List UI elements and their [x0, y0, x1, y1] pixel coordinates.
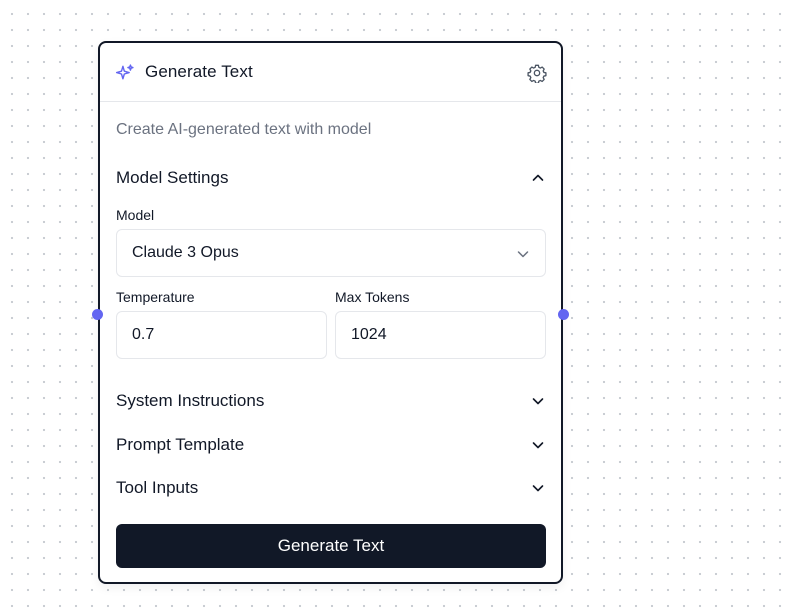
temperature-label: Temperature [116, 289, 195, 305]
system-instructions-header[interactable]: System Instructions [116, 391, 546, 413]
node-title: Generate Text [145, 62, 253, 81]
gear-icon[interactable] [527, 63, 547, 84]
generate-text-button[interactable]: Generate Text [116, 524, 546, 568]
max-tokens-value: 1024 [351, 326, 387, 343]
node-description: Create AI-generated text with model [116, 121, 372, 138]
model-label: Model [116, 207, 155, 223]
chevron-down-icon [515, 246, 531, 262]
system-instructions-title: System Instructions [116, 391, 265, 410]
node-header: Generate Text [100, 43, 561, 102]
chevron-up-icon [530, 170, 546, 186]
temperature-value: 0.7 [132, 326, 155, 343]
model-settings-header[interactable]: Model Settings [116, 168, 546, 190]
model-settings-title: Model Settings [116, 168, 229, 187]
max-tokens-input[interactable]: 1024 [335, 311, 546, 359]
chevron-down-icon [530, 393, 546, 409]
model-select-value: Claude 3 Opus [132, 244, 239, 261]
chevron-down-icon [530, 437, 546, 453]
tool-inputs-header[interactable]: Tool Inputs [116, 478, 546, 500]
input-connection-handle[interactable] [92, 309, 103, 320]
output-connection-handle[interactable] [558, 309, 569, 320]
tool-inputs-title: Tool Inputs [116, 478, 199, 497]
sparkles-icon [115, 63, 135, 83]
generate-text-node[interactable]: Generate Text Create AI-generated text w… [92, 41, 569, 584]
model-select[interactable]: Claude 3 Opus [116, 229, 546, 277]
chevron-down-icon [530, 480, 546, 496]
max-tokens-label: Max Tokens [335, 289, 410, 305]
prompt-template-header[interactable]: Prompt Template [116, 435, 546, 457]
temperature-input[interactable]: 0.7 [116, 311, 327, 359]
prompt-template-title: Prompt Template [116, 435, 245, 454]
